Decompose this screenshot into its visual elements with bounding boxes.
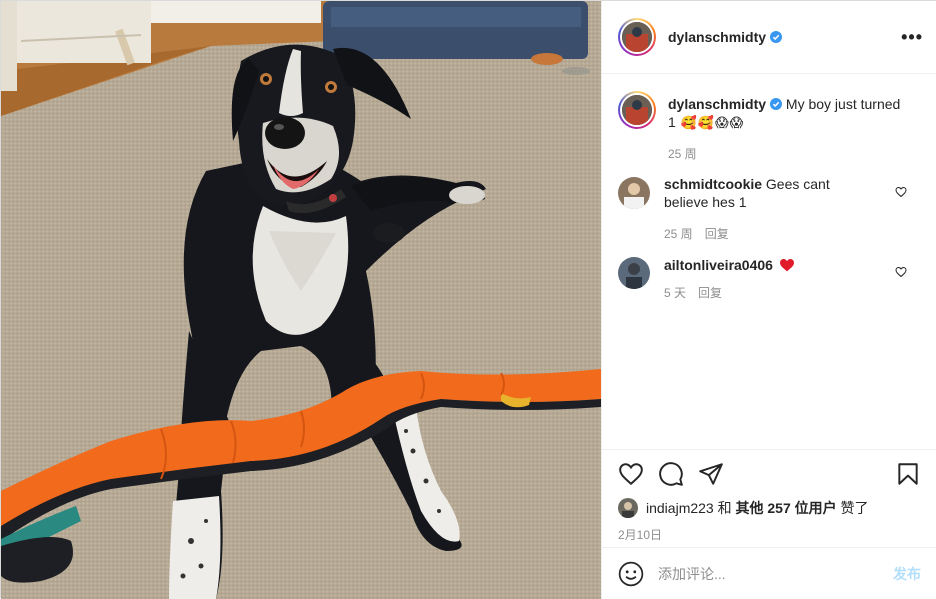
comment-item: schmidtcookie Gees cant believe hes 1 25… [618, 176, 921, 243]
comment-avatar[interactable] [618, 177, 650, 209]
caption-avatar-image [622, 95, 652, 125]
emoji-smiling-hearts: 🥰 [697, 115, 715, 130]
emoji-smiling-hearts: 🥰 [680, 115, 697, 130]
like-comment-heart-icon[interactable] [895, 266, 907, 278]
reply-button[interactable]: 回复 [705, 227, 729, 241]
post-side-panel: dylanschmidty ••• dylanschmidty My boy j… [601, 1, 936, 599]
comment-meta: 25 周回复 [664, 225, 874, 243]
action-bar [618, 460, 921, 488]
author-avatar-image [622, 22, 652, 52]
caption-meta: 25 周 [668, 145, 908, 163]
add-comment-bar: 发布 [602, 547, 936, 599]
caption-username[interactable]: dylanschmidty [668, 96, 766, 112]
comments-list: dylanschmidty My boy just turned 1 🥰🥰😱😱 … [602, 75, 936, 449]
author-avatar[interactable] [618, 18, 656, 56]
dog-photo-image [1, 1, 601, 599]
caption-avatar[interactable] [618, 91, 656, 129]
post-photo[interactable] [1, 1, 601, 599]
verified-badge-icon [770, 31, 783, 43]
emoji-smile-icon[interactable] [618, 561, 644, 587]
like-heart-icon[interactable] [618, 461, 644, 487]
comment-meta: 5 天回复 [664, 284, 874, 302]
liker-avatar[interactable] [618, 498, 638, 518]
more-options-icon[interactable]: ••• [901, 27, 923, 48]
post-header: dylanschmidty ••• [602, 1, 936, 74]
post-comment-button[interactable]: 发布 [893, 564, 921, 584]
verified-badge-icon [770, 98, 783, 110]
save-bookmark-icon[interactable] [895, 461, 921, 487]
comment-avatar[interactable] [618, 257, 650, 289]
author-username[interactable]: dylanschmidty [668, 29, 766, 45]
likes-suffix: 赞了 [836, 500, 869, 516]
comment-item: ailtonliveira0406 5 天回复 [618, 257, 921, 302]
comment-bubble-icon[interactable] [658, 461, 684, 487]
post-actions: indiajm223 和 其他 257 位用户 赞了 2月10日 [602, 449, 936, 547]
post-dialog: dylanschmidty ••• dylanschmidty My boy j… [0, 0, 936, 599]
comment-username[interactable]: ailtonliveira0406 [664, 257, 773, 273]
comment-input[interactable] [658, 565, 893, 582]
comment-time[interactable]: 5 天 [664, 286, 686, 300]
emoji-screaming: 😱 [729, 115, 744, 130]
likes-joiner: 和 [713, 500, 736, 516]
share-paper-plane-icon[interactable] [698, 461, 724, 487]
reply-button[interactable]: 回复 [698, 286, 722, 300]
comment-username[interactable]: schmidtcookie [664, 176, 762, 192]
likes-summary: indiajm223 和 其他 257 位用户 赞了 [618, 498, 921, 518]
post-caption: dylanschmidty My boy just turned 1 🥰🥰😱😱 … [618, 91, 921, 163]
comment-time[interactable]: 25 周 [664, 227, 693, 241]
emoji-screaming: 😱 [715, 115, 729, 130]
like-comment-heart-icon[interactable] [895, 186, 907, 198]
caption-time[interactable]: 25 周 [668, 147, 697, 161]
post-date[interactable]: 2月10日 [618, 526, 921, 543]
likes-others-link[interactable]: 其他 257 位用户 [736, 498, 837, 518]
red-heart-emoji-icon [779, 258, 794, 272]
liker-username[interactable]: indiajm223 [646, 500, 714, 516]
